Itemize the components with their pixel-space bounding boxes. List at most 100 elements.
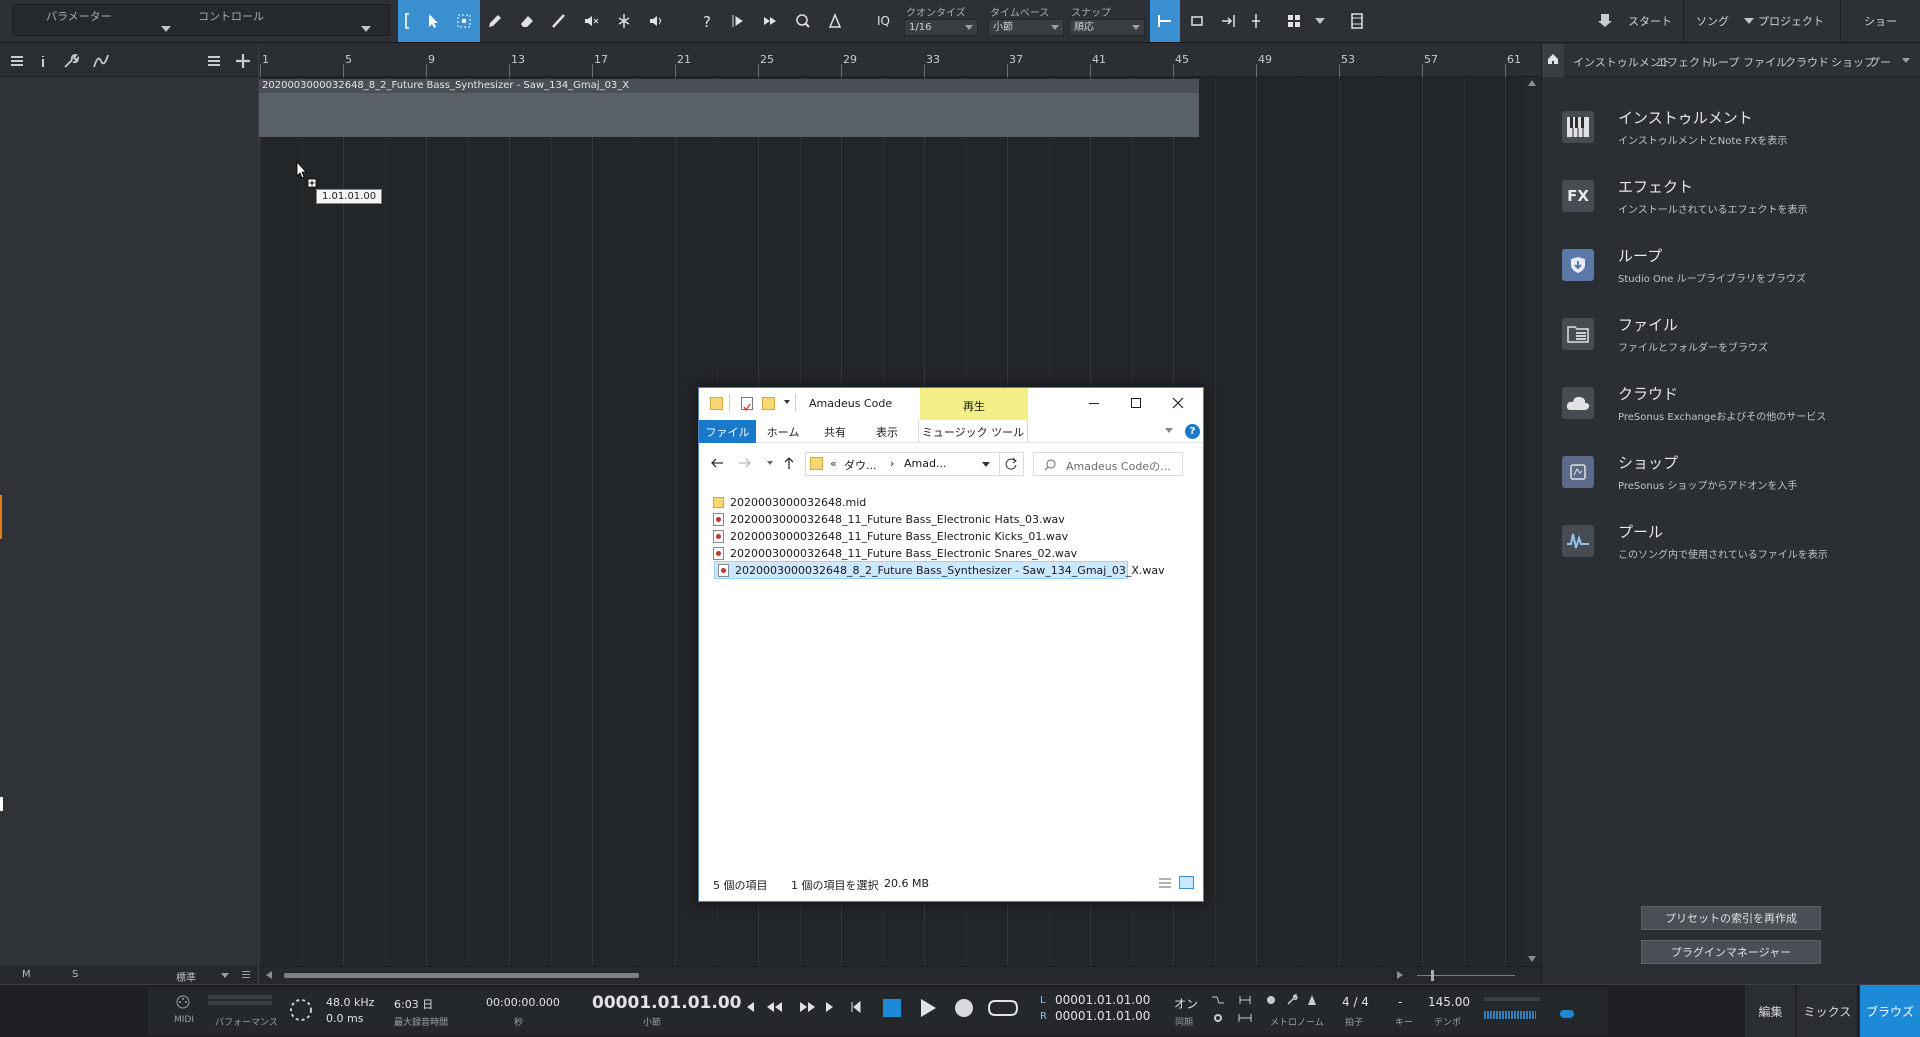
zoom-slider-handle[interactable] bbox=[1431, 970, 1434, 981]
ribbon-tab-view[interactable]: 表示 bbox=[860, 420, 914, 443]
range-tool-icon[interactable] bbox=[451, 8, 477, 34]
browser-item-loops[interactable]: ループ Studio One ループライブラリをブラウズ bbox=[1562, 243, 1902, 299]
details-view-icon[interactable] bbox=[1158, 877, 1172, 889]
pencil-tool-icon[interactable] bbox=[482, 8, 508, 34]
plugin-manager-button[interactable]: プラグインマネージャー bbox=[1641, 940, 1821, 964]
precount-icon[interactable] bbox=[1210, 993, 1226, 1007]
timeline-ruler[interactable]: 1 5 9 13 17 21 25 29 33 37 41 45 49 53 57 61 bbox=[259, 44, 1541, 77]
control-dropdown-icon[interactable] bbox=[361, 26, 371, 32]
scroll-right-icon[interactable] bbox=[1397, 971, 1403, 979]
file-row-selected[interactable]: 2020003000032648_8_2_Future Bass_Synthes… bbox=[714, 561, 1165, 579]
reindex-presets-button[interactable]: プリセットの索引を再作成 bbox=[1641, 906, 1821, 930]
metronome-tool-icon[interactable] bbox=[822, 8, 848, 34]
browser-item-cloud[interactable]: クラウド PreSonus Exchangeおよびその他のサービス bbox=[1562, 381, 1902, 437]
ribbon-tab-share[interactable]: 共有 bbox=[810, 420, 860, 443]
quick-access-dropdown-icon[interactable] bbox=[784, 400, 790, 404]
video-icon[interactable] bbox=[1344, 8, 1370, 34]
mute-tool-icon[interactable] bbox=[578, 8, 604, 34]
mute-all-button[interactable]: M bbox=[22, 969, 31, 980]
file-row[interactable]: 2020003000032648_11_Future Bass_Electron… bbox=[713, 510, 1123, 528]
scroll-up-icon[interactable] bbox=[1528, 80, 1536, 86]
browser-item-effects[interactable]: FX エフェクト インストールされているエフェクトを表示 bbox=[1562, 174, 1902, 230]
address-field[interactable]: « ダウ... › Amad... bbox=[805, 452, 1000, 476]
quantize-select[interactable]: 1/16 bbox=[904, 19, 978, 36]
punch-icon[interactable] bbox=[1237, 993, 1253, 1007]
browser-home-tab[interactable] bbox=[1542, 44, 1564, 77]
volume-toggle[interactable] bbox=[1560, 1010, 1574, 1018]
show-page-button[interactable]: ショー bbox=[1840, 0, 1920, 42]
arrow-tool-icon[interactable] bbox=[420, 8, 446, 34]
up-arrow-icon[interactable] bbox=[781, 455, 797, 471]
info-icon[interactable] bbox=[30, 48, 56, 74]
metronome-settings-icon[interactable] bbox=[1284, 993, 1300, 1007]
rewind-start-icon[interactable] bbox=[742, 998, 758, 1016]
breadcrumb-downloads[interactable]: ダウ... bbox=[844, 457, 877, 473]
position-display[interactable]: 00001.01.01.00 bbox=[592, 993, 742, 1013]
browser-tabs-dropdown-icon[interactable] bbox=[1902, 58, 1910, 63]
browser-item-pool[interactable]: プール このソング内で使用されているファイルを表示 bbox=[1562, 519, 1902, 575]
track-list-icon[interactable] bbox=[201, 48, 227, 74]
autopunch-icon[interactable] bbox=[1237, 1011, 1253, 1025]
grid-options-icon[interactable] bbox=[1282, 8, 1308, 34]
loop-start[interactable]: 00001.01.01.00 bbox=[1055, 993, 1150, 1007]
horizontal-scrollbar[interactable] bbox=[259, 966, 1541, 984]
tempo-value[interactable]: 145.00 bbox=[1428, 995, 1470, 1009]
minimize-icon[interactable] bbox=[1081, 392, 1107, 414]
time-signature[interactable]: 4 / 4 bbox=[1342, 995, 1369, 1009]
paint-tool-icon[interactable] bbox=[546, 8, 572, 34]
browser-item-shop[interactable]: ショップ PreSonus ショップからアドオンを入手 bbox=[1562, 450, 1902, 506]
audio-event[interactable]: 2020003000032648_8_2_Future Bass_Synthes… bbox=[259, 79, 1199, 137]
breadcrumb-prefix[interactable]: « bbox=[830, 457, 837, 470]
explorer-titlebar[interactable]: Amadeus Code 再生 bbox=[699, 388, 1203, 420]
play-icon[interactable] bbox=[916, 996, 940, 1020]
iq-label[interactable]: IQ bbox=[877, 14, 890, 28]
forward-arrow-icon[interactable] bbox=[737, 455, 753, 471]
stop-icon[interactable] bbox=[880, 996, 904, 1020]
browser-tab-files[interactable]: ファイル bbox=[1743, 54, 1787, 70]
browser-item-files[interactable]: ファイル ファイルとフォルダーをブラウズ bbox=[1562, 312, 1902, 368]
snap-grid-icon[interactable] bbox=[1152, 8, 1178, 34]
large-icons-view-icon[interactable] bbox=[1179, 876, 1194, 889]
address-dropdown-icon[interactable] bbox=[982, 462, 990, 467]
listen-tool-icon[interactable] bbox=[643, 8, 669, 34]
master-volume[interactable] bbox=[1484, 1011, 1536, 1019]
forward-end-icon[interactable] bbox=[822, 998, 838, 1016]
page-edit-button[interactable]: 編集 bbox=[1745, 985, 1795, 1037]
automation-icon[interactable] bbox=[88, 48, 114, 74]
key-value[interactable]: - bbox=[1398, 995, 1402, 1009]
page-mix-button[interactable]: ミックス bbox=[1797, 985, 1857, 1037]
refresh-icon[interactable] bbox=[1000, 452, 1024, 476]
track-height-dropdown-icon[interactable] bbox=[221, 973, 229, 978]
page-browse-button[interactable]: ブラウズ bbox=[1859, 985, 1920, 1037]
zoom-icon[interactable] bbox=[790, 8, 816, 34]
settings-gear-icon[interactable] bbox=[1210, 1011, 1226, 1025]
loop-toggle-icon[interactable] bbox=[986, 995, 1020, 1021]
browser-tab-cloud[interactable]: クラウド bbox=[1785, 54, 1829, 70]
search-input[interactable]: Amadeus Codeの... bbox=[1033, 452, 1183, 476]
track-height-label[interactable]: 標準 bbox=[176, 969, 196, 984]
project-page-button[interactable]: プロジェクト bbox=[1756, 0, 1826, 42]
browser-tab-pool[interactable]: プー bbox=[1869, 54, 1891, 70]
back-arrow-icon[interactable] bbox=[709, 455, 725, 471]
browser-item-instruments[interactable]: インストゥルメント インストゥルメントとNote FXを表示 bbox=[1562, 105, 1902, 161]
ribbon-tab-file[interactable]: ファイル bbox=[699, 420, 756, 443]
fast-forward-icon[interactable] bbox=[796, 998, 818, 1016]
metronome-icon[interactable] bbox=[1304, 993, 1320, 1007]
ribbon-expand-icon[interactable] bbox=[1165, 428, 1173, 433]
ribbon-tab-music-tools[interactable]: ミュージック ツール bbox=[918, 420, 1028, 443]
start-page-button[interactable]: スタート bbox=[1620, 0, 1680, 42]
sample-rate[interactable]: 48.0 kHz bbox=[326, 996, 374, 1009]
menu-icon[interactable] bbox=[4, 48, 30, 74]
param-dropdown-icon[interactable] bbox=[161, 26, 171, 32]
follow-icon[interactable] bbox=[758, 8, 784, 34]
file-row[interactable]: 2020003000032648_11_Future Bass_Electron… bbox=[713, 527, 1123, 545]
browser-tab-effects[interactable]: エフェクト bbox=[1656, 54, 1711, 70]
snap-cursor-icon[interactable] bbox=[1216, 8, 1242, 34]
new-folder-icon[interactable] bbox=[762, 397, 775, 410]
scroll-down-icon[interactable] bbox=[1528, 956, 1536, 962]
track-list-panel[interactable] bbox=[0, 77, 258, 966]
close-icon[interactable] bbox=[1165, 392, 1191, 414]
loop-end[interactable]: 00001.01.01.00 bbox=[1055, 1009, 1150, 1023]
snap-select[interactable]: 順応 bbox=[1069, 19, 1145, 36]
file-row[interactable]: 2020003000032648.mid bbox=[713, 493, 1123, 511]
